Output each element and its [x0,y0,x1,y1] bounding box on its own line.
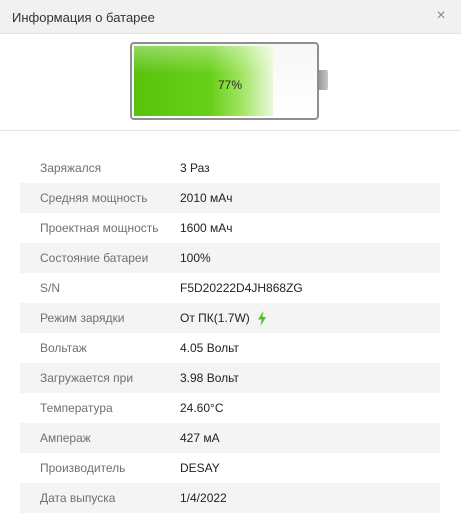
battery-panel: 77% [0,35,461,131]
row-label: Заряжался [40,161,102,175]
row-value: 100% [180,251,211,265]
row-value: 427 мА [180,431,220,445]
row-label: Проектная мощность [40,221,159,235]
row-value: F5D20222D4JH868ZG [180,281,303,295]
window-title: Информация о батарее [12,10,155,25]
battery-terminal [319,70,328,90]
row-label: S/N [40,281,61,295]
info-row-current: Ампераж 427 мА [20,423,440,453]
row-value: 1600 мАч [180,221,233,235]
title-bar: Информация о батарее × [0,0,461,34]
row-value: 24.60°C [180,401,224,415]
battery-level-fill [134,46,273,116]
info-row-charge-cycles: Заряжался 3 Раз [20,153,440,183]
battery-body: 77% [130,42,319,120]
row-value: От ПК(1.7W) [180,311,250,325]
battery-info-table: Заряжался 3 Раз Средняя мощность 2010 мА… [20,153,440,513]
info-row-charging-voltage: Загружается при 3.98 Вольт [20,363,440,393]
row-label: Режим зарядки [40,311,125,325]
lightning-bolt-icon [257,310,266,326]
info-row-design-capacity: Проектная мощность 1600 мАч [20,213,440,243]
info-row-temperature: Температура 24.60°C [20,393,440,423]
info-row-battery-health: Состояние батареи 100% [20,243,440,273]
info-row-serial-number: S/N F5D20222D4JH868ZG [20,273,440,303]
row-label: Загружается при [40,371,134,385]
close-icon[interactable]: × [433,7,449,25]
info-row-charging-mode: Режим зарядки От ПК(1.7W) [20,303,440,333]
row-value: 3.98 Вольт [180,371,239,385]
row-label: Дата выпуска [40,491,116,505]
battery-percent-label: 77% [218,78,243,92]
row-label: Состояние батареи [40,251,149,265]
row-value: DESAY [180,461,220,475]
row-label: Температура [40,401,113,415]
row-value-group: От ПК(1.7W) [180,310,267,326]
info-row-full-capacity: Средняя мощность 2010 мАч [20,183,440,213]
row-value: 1/4/2022 [180,491,227,505]
info-row-manufacturer: Производитель DESAY [20,453,440,483]
row-label: Вольтаж [40,341,87,355]
row-label: Ампераж [40,431,91,445]
row-label: Производитель [40,461,126,475]
row-label: Средняя мощность [40,191,148,205]
info-row-manufacture-date: Дата выпуска 1/4/2022 [20,483,440,513]
row-value: 2010 мАч [180,191,233,205]
row-value: 4.05 Вольт [180,341,239,355]
battery-icon: 77% [130,42,328,122]
info-row-voltage: Вольтаж 4.05 Вольт [20,333,440,363]
row-value: 3 Раз [180,161,210,175]
